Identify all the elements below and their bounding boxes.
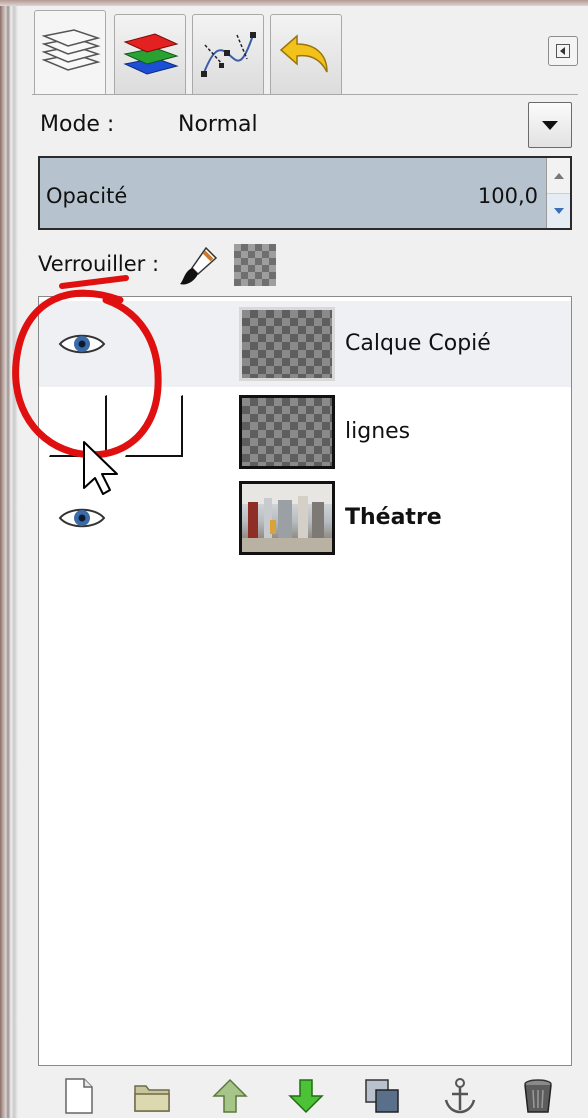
layer-name[interactable]: Calque Copié — [345, 331, 491, 356]
spin-down-button[interactable] — [547, 193, 570, 228]
undo-history-tab[interactable] — [270, 14, 342, 94]
opacity-label: Opacité — [46, 184, 128, 208]
undo-icon — [279, 33, 328, 72]
paths-icon — [201, 31, 256, 77]
opacity-value: 100,0 — [477, 184, 538, 208]
layer-name[interactable]: Théatre — [345, 505, 442, 530]
anchor-layer-icon[interactable] — [440, 1076, 480, 1116]
channels-icon — [123, 32, 179, 75]
chevron-down-icon — [542, 121, 558, 130]
eye-visibility-icon[interactable] — [57, 503, 107, 533]
eye-visibility-icon[interactable] — [57, 329, 107, 359]
lock-alpha-checker-icon[interactable] — [234, 244, 276, 286]
layer-row[interactable]: Calque Copié — [39, 301, 571, 387]
duplicate-layer-icon[interactable] — [362, 1076, 402, 1116]
spin-up-button[interactable] — [547, 158, 570, 193]
layers-dock-panel: Mode : Normal Opacité 100,0 Verrouiller … — [22, 6, 588, 1118]
window-frame — [0, 0, 22, 1118]
layer-row[interactable]: Théatre — [39, 475, 571, 561]
mode-value[interactable]: Normal — [178, 112, 258, 137]
chain-link-toggle-empty[interactable] — [125, 395, 183, 457]
paths-tab[interactable] — [192, 14, 264, 94]
lock-pixels-brush-icon[interactable] — [176, 244, 220, 288]
opacity-slider[interactable]: Opacité 100,0 — [38, 156, 572, 230]
layer-thumbnail — [239, 395, 335, 469]
layers-icon — [41, 28, 101, 71]
layers-tab[interactable] — [34, 10, 106, 94]
delete-layer-icon[interactable] — [518, 1076, 558, 1116]
layer-thumbnail — [239, 481, 335, 555]
visibility-toggle-empty[interactable] — [49, 395, 107, 457]
photo-thumbnail-image — [242, 484, 332, 552]
layer-name[interactable]: lignes — [345, 419, 410, 444]
opacity-spinner[interactable] — [546, 158, 570, 228]
arrow-up-icon — [553, 172, 564, 179]
layer-thumbnail — [239, 307, 335, 381]
triangle-left-icon — [556, 44, 570, 58]
layer-row[interactable]: lignes — [39, 389, 571, 475]
lower-layer-icon[interactable] — [286, 1076, 326, 1116]
new-layer-group-icon[interactable] — [132, 1076, 172, 1116]
arrow-down-icon — [553, 208, 564, 214]
raise-layer-icon[interactable] — [210, 1076, 250, 1116]
tab-menu-button[interactable] — [548, 36, 578, 66]
new-layer-icon[interactable] — [58, 1076, 98, 1116]
lock-label: Verrouiller : — [38, 252, 160, 276]
tab-strip-divider — [32, 94, 578, 95]
layer-list: Calque Copié lignes Théatre — [38, 296, 572, 1066]
channels-tab[interactable] — [114, 14, 186, 94]
mode-dropdown-button[interactable] — [528, 102, 572, 148]
mode-label: Mode : — [40, 112, 115, 137]
layers-toolbar — [38, 1072, 572, 1118]
